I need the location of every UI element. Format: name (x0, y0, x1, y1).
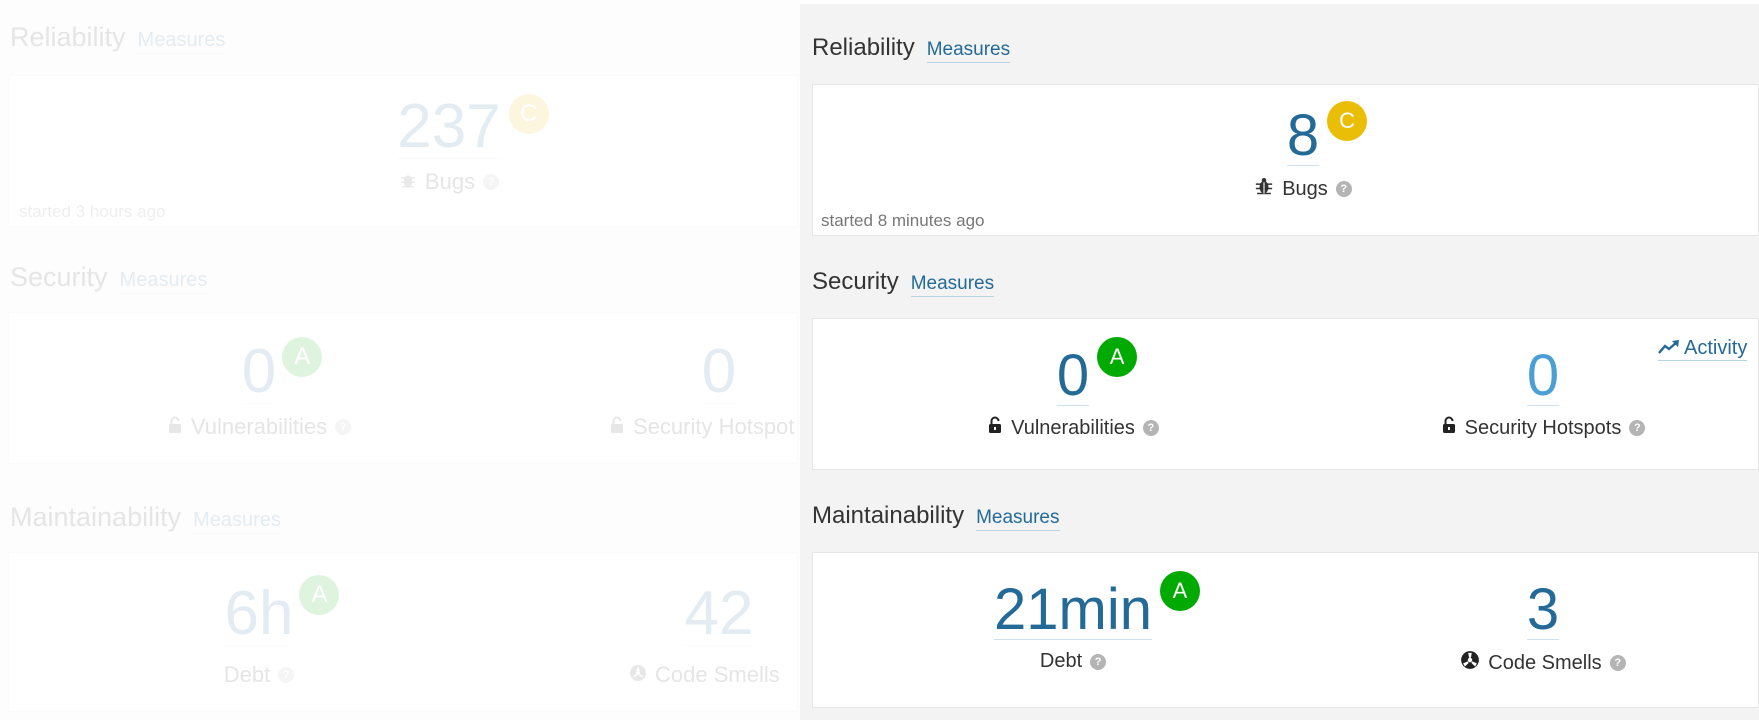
ghost-vuln-metric[interactable]: 0 A Vulnerabilities ? (149, 337, 369, 440)
ghost-reliability-title: Reliability Measures (10, 22, 226, 54)
unlock-icon (167, 414, 183, 440)
activity-label: Activity (1684, 337, 1748, 359)
bug-icon (399, 169, 417, 195)
maintainability-card: 21min A Debt ? 3 Code Smells ? (812, 552, 1759, 708)
ghost-maintainability-card: 6h A Debt ? 42 Code Smells (8, 552, 798, 712)
ghost-debt-label: Debt (223, 662, 271, 687)
ghost-smells-value[interactable]: 42 (684, 583, 754, 646)
debt-metric[interactable]: 21min A Debt ? (933, 571, 1213, 673)
ghost-bugs-rating: C (508, 94, 549, 134)
security-heading: Security (812, 268, 899, 295)
unlock-icon (987, 416, 1003, 440)
ghost-security-heading: Security (10, 262, 108, 292)
bug-icon (1254, 176, 1274, 202)
reliability-measures-link[interactable]: Measures (926, 38, 1011, 63)
debt-value[interactable]: 21min (994, 581, 1152, 640)
bugs-label: Bugs (1282, 177, 1328, 200)
ghost-smells-label: Code Smells (655, 662, 780, 687)
security-title: Security Measures (812, 268, 995, 297)
debt-rating: A (1159, 571, 1200, 611)
maintainability-title: Maintainability Measures (812, 502, 1060, 531)
vulnerabilities-rating: A (1097, 337, 1138, 377)
code-smell-icon (1460, 650, 1480, 676)
ghost-hotspots-value[interactable]: 0 (701, 341, 737, 404)
ghost-vuln-label: Vulnerabilities (190, 414, 328, 439)
bugs-value[interactable]: 8 (1286, 107, 1320, 166)
help-icon[interactable]: ? (278, 667, 295, 683)
main-panel: Reliability Measures 8 C Bugs ? started … (800, 4, 1759, 720)
bugs-rating: C (1327, 101, 1368, 141)
ghost-bugs-label: Bugs (424, 169, 476, 194)
code-smell-icon (629, 662, 647, 688)
ghost-reliability-measures-link[interactable]: Measures (137, 28, 226, 54)
help-icon[interactable]: ? (1090, 653, 1107, 670)
help-icon[interactable]: ? (1629, 420, 1646, 436)
reliability-card: 8 C Bugs ? started 8 minutes ago (812, 84, 1759, 236)
security-hotspots-label: Security Hotspots (1464, 416, 1622, 439)
ghost-reliability-card: 237 C Bugs ? started 3 hours ago (8, 75, 798, 227)
help-icon[interactable]: ? (1335, 181, 1352, 197)
help-icon[interactable]: ? (1609, 655, 1626, 671)
ghost-smells-metric[interactable]: 42 Code Smells (629, 583, 809, 688)
ghost-hotspots-label: Security Hotspot (633, 414, 795, 439)
debt-label: Debt (1039, 650, 1083, 672)
ghost-debt-value[interactable]: 6h (224, 583, 294, 646)
ghost-security-title: Security Measures (10, 262, 208, 294)
security-hotspots-metric[interactable]: 0 Security Hotspots ? (1413, 347, 1673, 440)
security-hotspots-value[interactable]: 0 (1526, 347, 1560, 406)
help-icon[interactable]: ? (483, 174, 500, 190)
reliability-heading: Reliability (812, 34, 915, 61)
unlock-icon (609, 414, 625, 440)
ghost-maintainability-measures-link[interactable]: Measures (193, 508, 281, 534)
security-measures-link[interactable]: Measures (910, 272, 995, 297)
ghost-maintainability-title: Maintainability Measures (10, 502, 281, 534)
unlock-icon (1441, 416, 1457, 440)
vulnerabilities-value[interactable]: 0 (1056, 347, 1090, 406)
started-text: started 8 minutes ago (821, 211, 985, 230)
stage: Reliability Measures 237 C Bugs ? starte… (0, 0, 1759, 720)
ghost-vuln-rating: A (282, 337, 323, 377)
code-smells-value[interactable]: 3 (1526, 581, 1560, 640)
maintainability-heading: Maintainability (812, 502, 965, 529)
reliability-title: Reliability Measures (812, 34, 1011, 63)
ghost-bugs-value[interactable]: 237 (397, 96, 501, 159)
ghost-hotspots-metric[interactable]: 0 Security Hotspot (609, 341, 829, 440)
ghost-security-measures-link[interactable]: Measures (119, 268, 208, 294)
help-icon[interactable]: ? (335, 419, 352, 435)
code-smells-metric[interactable]: 3 Code Smells ? (1413, 581, 1673, 676)
ghost-maintainability-heading: Maintainability (10, 502, 182, 532)
ghost-panel: Reliability Measures 237 C Bugs ? starte… (0, 0, 800, 720)
maintainability-measures-link[interactable]: Measures (976, 506, 1060, 531)
security-card: Activity 0 A Vulnerabilities ? 0 Securit… (812, 318, 1759, 470)
help-icon[interactable]: ? (1142, 420, 1159, 436)
ghost-security-card: 0 A Vulnerabilities ? 0 Security Hotspot (8, 312, 798, 464)
ghost-vuln-value[interactable]: 0 (241, 341, 277, 404)
vulnerabilities-metric[interactable]: 0 A Vulnerabilities ? (943, 337, 1203, 440)
code-smells-label: Code Smells (1488, 651, 1602, 674)
vulnerabilities-label: Vulnerabilities (1011, 416, 1135, 439)
ghost-started-text: started 3 hours ago (19, 202, 166, 221)
ghost-debt-rating: A (299, 575, 340, 615)
ghost-reliability-heading: Reliability (10, 22, 126, 52)
ghost-debt-metric[interactable]: 6h A Debt ? (149, 575, 369, 688)
ghost-bugs-metric[interactable]: 237 C Bugs ? (349, 94, 549, 195)
bugs-metric[interactable]: 8 C Bugs ? (1203, 101, 1403, 202)
